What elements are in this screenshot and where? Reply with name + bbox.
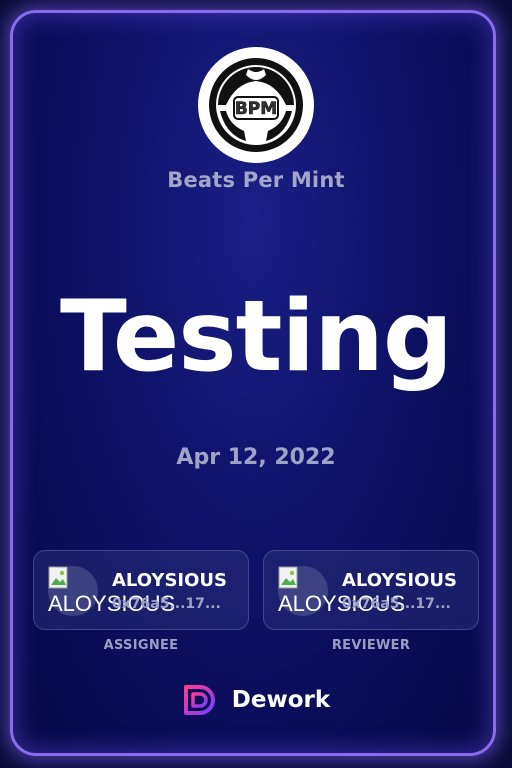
organization-name: Beats Per Mint: [167, 168, 345, 192]
footer-branding: Dework: [0, 680, 512, 720]
reviewer-name: ALOYSIOUS: [342, 570, 457, 591]
task-title: Testing: [60, 280, 453, 394]
assignee-card[interactable]: ALOYSIOUS ALOYSIOUS 0x76a5...17...: [33, 550, 249, 630]
page-background: BPM Beats Per Mint Testing Apr 12, 2022 …: [0, 0, 512, 768]
reviewer-address: 0x76a5...17...: [342, 596, 451, 612]
assignee-name: ALOYSIOUS: [112, 570, 227, 591]
bpm-logo-text: BPM: [235, 99, 277, 119]
assignee-label: ASSIGNEE: [103, 638, 179, 653]
assignee-address: 0x76a5...17...: [112, 596, 221, 612]
organization-logo: BPM: [198, 47, 314, 163]
broken-image-icon: [48, 566, 68, 589]
dework-logo-icon: [183, 685, 215, 715]
footer-brand-name: Dework: [231, 687, 331, 713]
reviewer-card[interactable]: ALOYSIOUS ALOYSIOUS 0x76a5...17...: [263, 550, 479, 630]
reviewer-label: REVIEWER: [331, 638, 411, 653]
bpm-logo-icon: BPM: [209, 58, 303, 152]
broken-image-icon: [278, 566, 298, 589]
task-date: Apr 12, 2022: [176, 445, 336, 470]
